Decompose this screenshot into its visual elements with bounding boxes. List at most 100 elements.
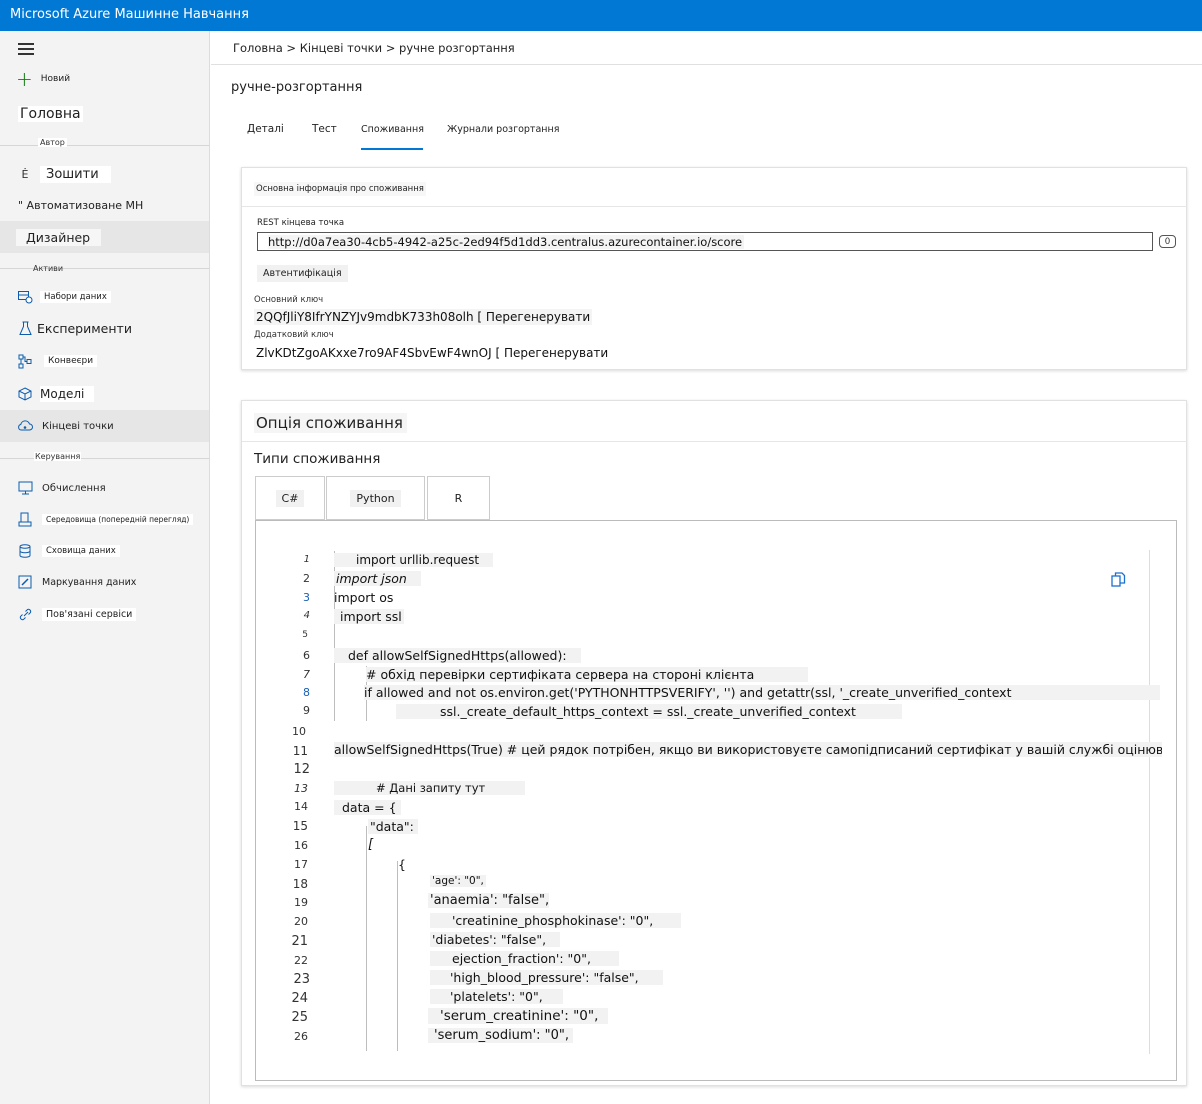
line-number: 12 xyxy=(293,762,310,777)
models-label: Моделі xyxy=(40,386,95,402)
pipeline-icon xyxy=(16,353,34,369)
line-number: 11 xyxy=(292,744,308,758)
line-number: 26 xyxy=(294,1030,308,1043)
endpoints-label: Кінцеві точки xyxy=(42,420,114,432)
new-button[interactable]: + Новий xyxy=(16,67,71,91)
card-divider xyxy=(242,206,1187,207)
line-number: 2 xyxy=(303,572,310,585)
consumption-option-card: Опція споживання Типи споживання C# Pyth… xyxy=(241,400,1187,1086)
notebooks-label: Зошити xyxy=(40,166,111,183)
code-line: 'diabetes': "false", xyxy=(430,932,561,947)
environment-icon xyxy=(16,511,34,527)
sidebar-item-endpoints[interactable]: Кінцеві точки xyxy=(16,418,114,434)
author-section-label: Автор xyxy=(38,138,67,147)
code-line: import json xyxy=(334,571,421,586)
code-line: allowSelfSignedHttps(True) # цей рядок п… xyxy=(334,742,1162,757)
designer-label: Дизайнер xyxy=(16,229,102,246)
code-line: # обхід перевірки сертифіката сервера на… xyxy=(366,667,809,682)
assets-section-label: Активи xyxy=(33,264,64,273)
line-number: 5 xyxy=(302,630,308,640)
sidebar-item-designer[interactable]: Дизайнер xyxy=(16,229,102,246)
code-line: 'platelets': "0", xyxy=(430,989,563,1004)
code-line: { xyxy=(398,857,406,872)
compute-label: Обчислення xyxy=(42,482,106,494)
copy-endpoint-button[interactable]: 0 xyxy=(1159,235,1176,248)
app-title[interactable]: Microsoft Azure Машинне Навчання xyxy=(10,7,249,22)
sidebar-item-models[interactable]: Моделі xyxy=(16,386,95,402)
sidebar-item-datastores[interactable]: Сховища даних xyxy=(16,543,120,559)
line-number: 15 xyxy=(292,819,308,833)
automl-label: " Автоматизоване МН xyxy=(18,199,144,212)
sidebar-item-automl[interactable]: " Автоматизоване МН xyxy=(18,199,143,212)
rest-endpoint-label: REST кінцева точка xyxy=(257,218,345,228)
endpoint-cloud-icon xyxy=(16,418,34,434)
tab-test[interactable]: Тест xyxy=(312,123,337,135)
code-editor[interactable]: 1 2 3 4 5 6 7 8 9 10 11 12 13 14 15 16 1… xyxy=(255,520,1177,1081)
sidebar-item-datasets[interactable]: Набори даних xyxy=(16,289,111,305)
line-number: 4 xyxy=(303,610,310,621)
line-number: 3 xyxy=(303,591,310,604)
experiments-label: Експерименти xyxy=(37,320,132,336)
sidebar-item-environments[interactable]: Середовища (попередній перегляд) xyxy=(16,511,194,527)
indent-guide xyxy=(397,861,398,1051)
primary-key-value[interactable]: 2QQfJliY8IfrYNZYJv9mdbK733h08olh [ Перег… xyxy=(254,309,593,325)
line-number: 6 xyxy=(303,649,310,662)
sidebar-item-linked-services[interactable]: Пов'язані сервіси xyxy=(16,606,137,622)
line-number: 18 xyxy=(292,877,308,891)
sidebar-item-labeling[interactable]: Маркування даних xyxy=(16,574,136,590)
rest-endpoint-field[interactable]: http://d0a7ea30-4cb5-4942-a25c-2ed94f5d1… xyxy=(257,232,1153,251)
code-scrollbar[interactable] xyxy=(1149,550,1150,1054)
python-label: Python xyxy=(350,489,401,507)
sidebar: + Новий Головна Автор Ė Зошити " Автомат… xyxy=(0,31,210,1104)
plus-icon: + xyxy=(16,67,33,91)
sidebar-item-notebooks[interactable]: Ė Зошити xyxy=(16,166,111,183)
code-line: 'creatinine_phosphokinase': "0", xyxy=(430,913,682,928)
link-icon xyxy=(16,606,34,622)
tab-deployment-logs[interactable]: Журнали розгортання xyxy=(447,124,559,135)
code-line: import ssl xyxy=(334,609,404,624)
notebook-icon: Ė xyxy=(21,168,29,181)
tab-python[interactable]: Python xyxy=(326,476,425,520)
code-line: 'serum_sodium': "0", xyxy=(428,1028,574,1043)
breadcrumb[interactable]: Головна > Кінцеві точки > ручне розгорта… xyxy=(233,41,515,55)
line-number: 21 xyxy=(291,934,308,949)
consumption-info-heading: Основна інформація про споживання xyxy=(254,182,426,196)
sidebar-item-experiments[interactable]: Експерименти xyxy=(16,320,132,336)
tab-csharp[interactable]: C# xyxy=(255,476,325,520)
line-number: 25 xyxy=(291,1010,308,1025)
tab-consume[interactable]: Споживання xyxy=(361,124,424,135)
line-number: 1 xyxy=(303,554,310,565)
primary-key-label: Основний ключ xyxy=(254,295,324,305)
active-tab-indicator xyxy=(361,148,423,150)
line-number: 10 xyxy=(292,725,306,738)
new-label: Новий xyxy=(40,74,71,84)
tab-details[interactable]: Деталі xyxy=(247,123,284,135)
sidebar-item-pipelines[interactable]: Конвеєри xyxy=(16,353,98,369)
datastores-label: Сховища даних xyxy=(42,545,120,557)
sidebar-item-compute[interactable]: Обчислення xyxy=(16,480,106,496)
line-number: 16 xyxy=(294,839,308,852)
manage-section-label: Керування xyxy=(34,452,82,461)
environments-label: Середовища (попередній перегляд) xyxy=(42,513,194,525)
labeling-pencil-icon xyxy=(16,574,34,590)
consumption-info-card: Основна інформація про споживання REST к… xyxy=(241,167,1187,370)
secondary-key-value[interactable]: ZlvKDtZgoAKxxe7ro9AF4SbvEwF4wnOJ [ Перег… xyxy=(254,345,611,361)
line-number: 13 xyxy=(294,782,308,795)
line-number: 17 xyxy=(294,858,308,871)
tab-r[interactable]: R xyxy=(427,476,490,520)
code-line: data = { xyxy=(334,800,401,815)
hamburger-menu-icon[interactable] xyxy=(18,43,34,55)
copy-code-icon[interactable] xyxy=(1111,572,1127,588)
code-line: import os xyxy=(334,590,394,605)
line-number: 8 xyxy=(303,686,310,699)
secondary-key-label: Додатковий ключ xyxy=(254,330,334,340)
line-number: 14 xyxy=(294,800,308,813)
code-line: [ xyxy=(368,837,374,852)
sidebar-item-home[interactable]: Головна xyxy=(18,106,83,122)
line-number: 22 xyxy=(294,954,308,967)
page-title: ручне-розгортання xyxy=(231,80,363,95)
database-icon xyxy=(16,543,34,559)
card-divider xyxy=(242,441,1187,442)
code-line: def allowSelfSignedHttps(allowed): xyxy=(334,648,581,663)
line-number: 20 xyxy=(294,915,308,928)
